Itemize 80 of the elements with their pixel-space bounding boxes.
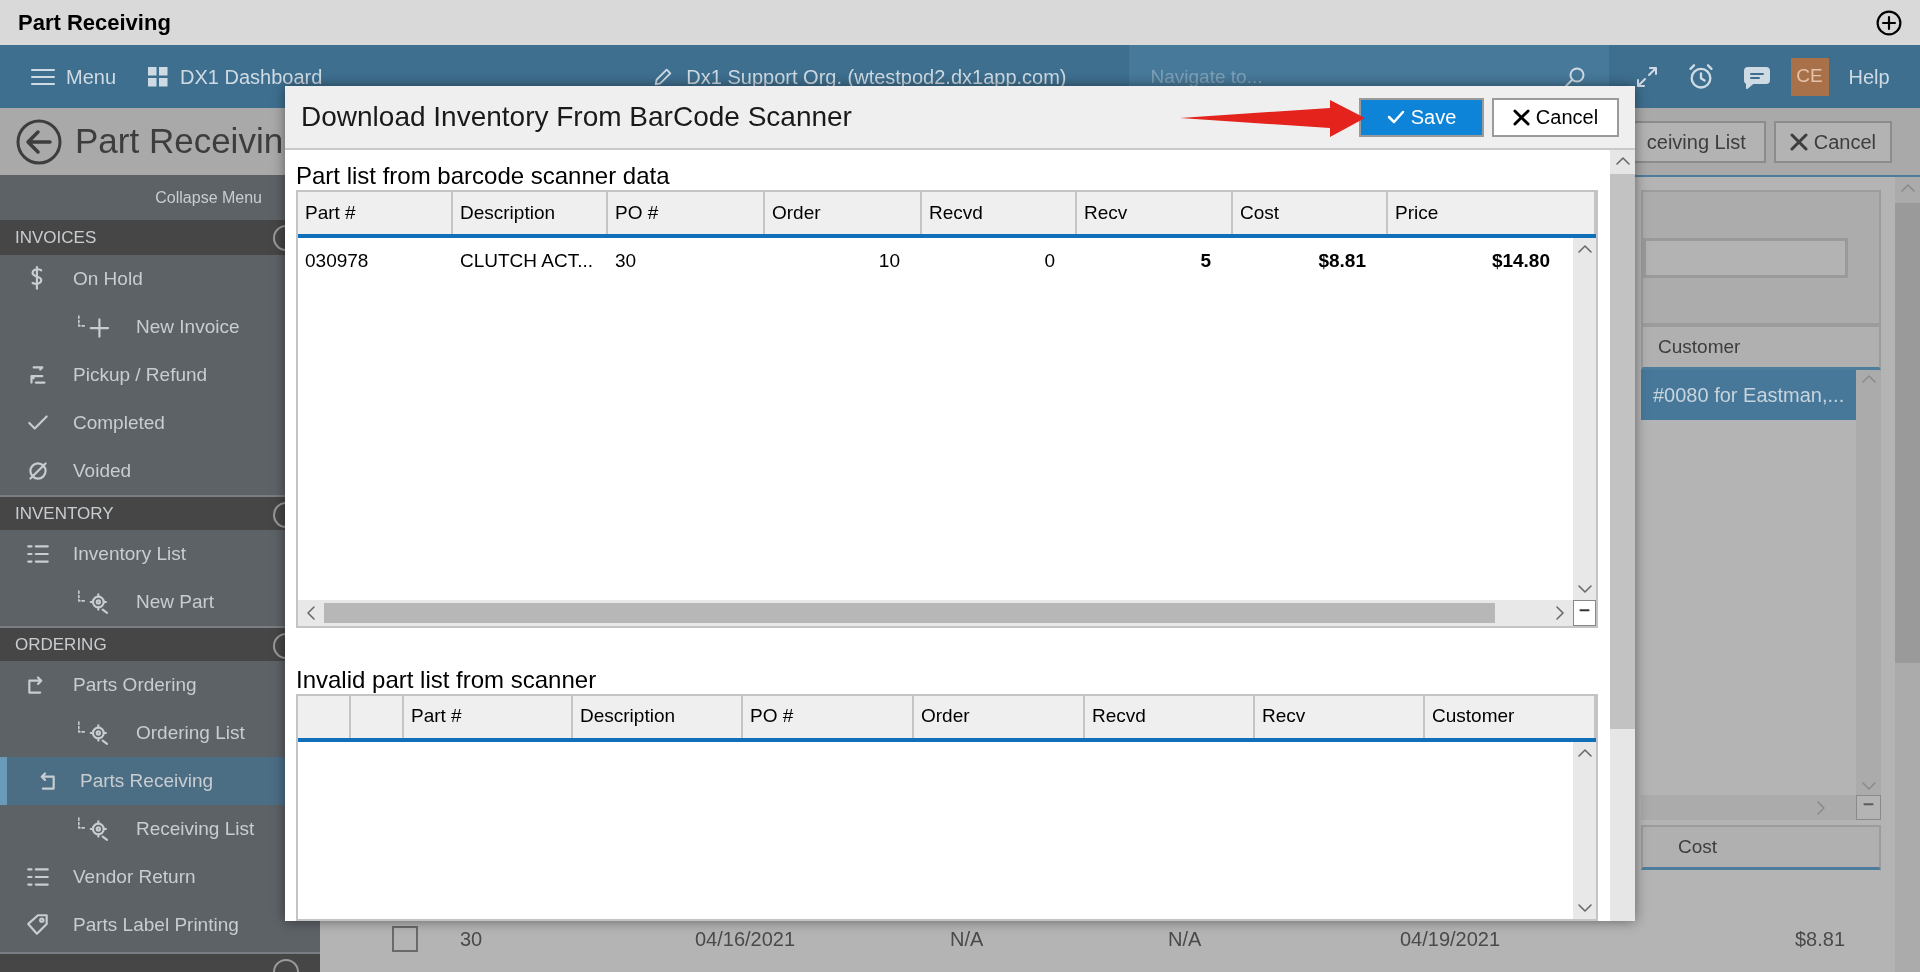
scrollbar[interactable] bbox=[1573, 741, 1596, 919]
sidebar-item[interactable]: Parts Ordering bbox=[0, 661, 285, 709]
search-icon[interactable] bbox=[1562, 65, 1587, 89]
cancel-button[interactable]: Cancel bbox=[1773, 120, 1892, 163]
column-header[interactable]: Price bbox=[1388, 192, 1596, 234]
column-header[interactable]: Customer bbox=[1425, 695, 1596, 738]
column-header: Customer bbox=[1658, 334, 1741, 359]
selected-table-row[interactable]: #0080 for Eastman,... bbox=[1641, 370, 1857, 420]
table-cell-text: 30 bbox=[460, 927, 483, 952]
scrollbar[interactable] bbox=[1641, 795, 1856, 820]
more-icon[interactable] bbox=[1856, 795, 1881, 820]
chevron-right-icon[interactable] bbox=[1555, 605, 1565, 620]
close-icon bbox=[1512, 108, 1530, 126]
grid-icon[interactable] bbox=[146, 64, 171, 89]
close-icon bbox=[1789, 132, 1808, 151]
chevron-up-icon[interactable] bbox=[1577, 244, 1592, 254]
alarm-clock-icon[interactable] bbox=[1686, 62, 1715, 91]
check-icon bbox=[1386, 109, 1405, 125]
table-cell-text: N/A bbox=[1168, 927, 1202, 952]
dialog-title: Download Inventory From BarCode Scanner bbox=[301, 100, 852, 134]
column-header[interactable]: Cost bbox=[1233, 192, 1388, 234]
help-link[interactable]: Help bbox=[1848, 61, 1890, 92]
column-header[interactable]: Part # bbox=[298, 192, 453, 234]
column-header[interactable]: Description bbox=[573, 695, 743, 738]
sidebar-item[interactable]: New Part bbox=[0, 578, 285, 626]
sidebar-item[interactable]: Inventory List bbox=[0, 530, 285, 578]
section-title: Part list from barcode scanner data bbox=[296, 162, 671, 190]
checkbox[interactable] bbox=[392, 926, 418, 952]
table-cell-text: 04/16/2021 bbox=[695, 927, 796, 952]
save-button[interactable]: Save bbox=[1359, 97, 1484, 137]
column-header: Cost bbox=[1678, 834, 1718, 859]
column-header[interactable]: Description bbox=[453, 192, 608, 234]
user-avatar[interactable]: CE bbox=[1790, 57, 1829, 96]
section-header: ORDERING bbox=[15, 633, 107, 656]
sidebar-item[interactable]: Pickup / Refund bbox=[0, 351, 285, 399]
column-header[interactable]: PO # bbox=[743, 695, 914, 738]
sidebar-item[interactable]: Completed bbox=[0, 399, 285, 447]
expand-icon[interactable] bbox=[1634, 64, 1659, 89]
collapse-menu-link[interactable]: Collapse Menu bbox=[155, 185, 262, 210]
section-header: INVOICES bbox=[15, 226, 97, 249]
table-cell-text: N/A bbox=[950, 927, 984, 952]
column-header[interactable]: PO # bbox=[608, 192, 765, 234]
chevron-up-icon[interactable] bbox=[1577, 747, 1592, 758]
text-field[interactable] bbox=[1643, 237, 1848, 278]
menu-link[interactable]: Menu bbox=[66, 61, 117, 92]
sidebar-item[interactable]: Vendor Return bbox=[0, 853, 285, 901]
column-header[interactable]: Recvd bbox=[1085, 695, 1255, 738]
add-icon[interactable] bbox=[1876, 9, 1902, 36]
scrollbar[interactable] bbox=[1610, 150, 1635, 921]
chevron-up-icon[interactable] bbox=[1615, 156, 1630, 166]
column-header[interactable]: Recv bbox=[1255, 695, 1425, 738]
page-title: Part Receivin bbox=[75, 120, 284, 163]
scrollbar[interactable] bbox=[1573, 238, 1596, 600]
column-header[interactable]: Part # bbox=[404, 695, 573, 738]
tag-icon bbox=[25, 912, 51, 938]
column-header[interactable]: Recv bbox=[1077, 192, 1233, 234]
table-cell-text: $8.81 bbox=[1795, 927, 1846, 952]
sidebar-item[interactable]: Parts Receiving bbox=[0, 757, 285, 805]
scrollbar[interactable] bbox=[298, 599, 1573, 626]
chevron-left-icon[interactable] bbox=[306, 605, 316, 620]
scrollbar[interactable] bbox=[1895, 177, 1920, 972]
app-title: Part Receiving bbox=[18, 9, 171, 37]
sidebar-item[interactable]: New Invoice bbox=[0, 303, 285, 351]
sidebar-item[interactable]: Parts Label Printing bbox=[0, 901, 285, 949]
table-cell-text: 04/19/2021 bbox=[1400, 927, 1501, 952]
sidebar-item[interactable]: On Hold bbox=[0, 255, 285, 303]
column-header[interactable]: Order bbox=[914, 695, 1085, 738]
cancel-button[interactable]: Cancel bbox=[1492, 97, 1619, 137]
chevron-down-icon[interactable] bbox=[1577, 903, 1592, 913]
section-title: Invalid part list from scanner bbox=[296, 665, 598, 694]
more-icon[interactable] bbox=[1573, 599, 1596, 626]
sidebar-item[interactable]: Voided bbox=[0, 447, 285, 495]
chevron-down-icon[interactable] bbox=[1577, 583, 1592, 594]
section-header: INVENTORY bbox=[15, 502, 114, 525]
sidebar-item[interactable]: Receiving List bbox=[0, 805, 285, 853]
table-row[interactable]: 030978 CLUTCH ACT... 30 10 0 5 $8.81 $14.80 bbox=[298, 238, 1573, 284]
dashboard-link[interactable]: DX1 Dashboard bbox=[180, 61, 323, 92]
column-header[interactable]: Order bbox=[765, 192, 922, 234]
column-header[interactable]: Recvd bbox=[922, 192, 1077, 234]
sidebar-item[interactable]: Ordering List bbox=[0, 709, 285, 757]
